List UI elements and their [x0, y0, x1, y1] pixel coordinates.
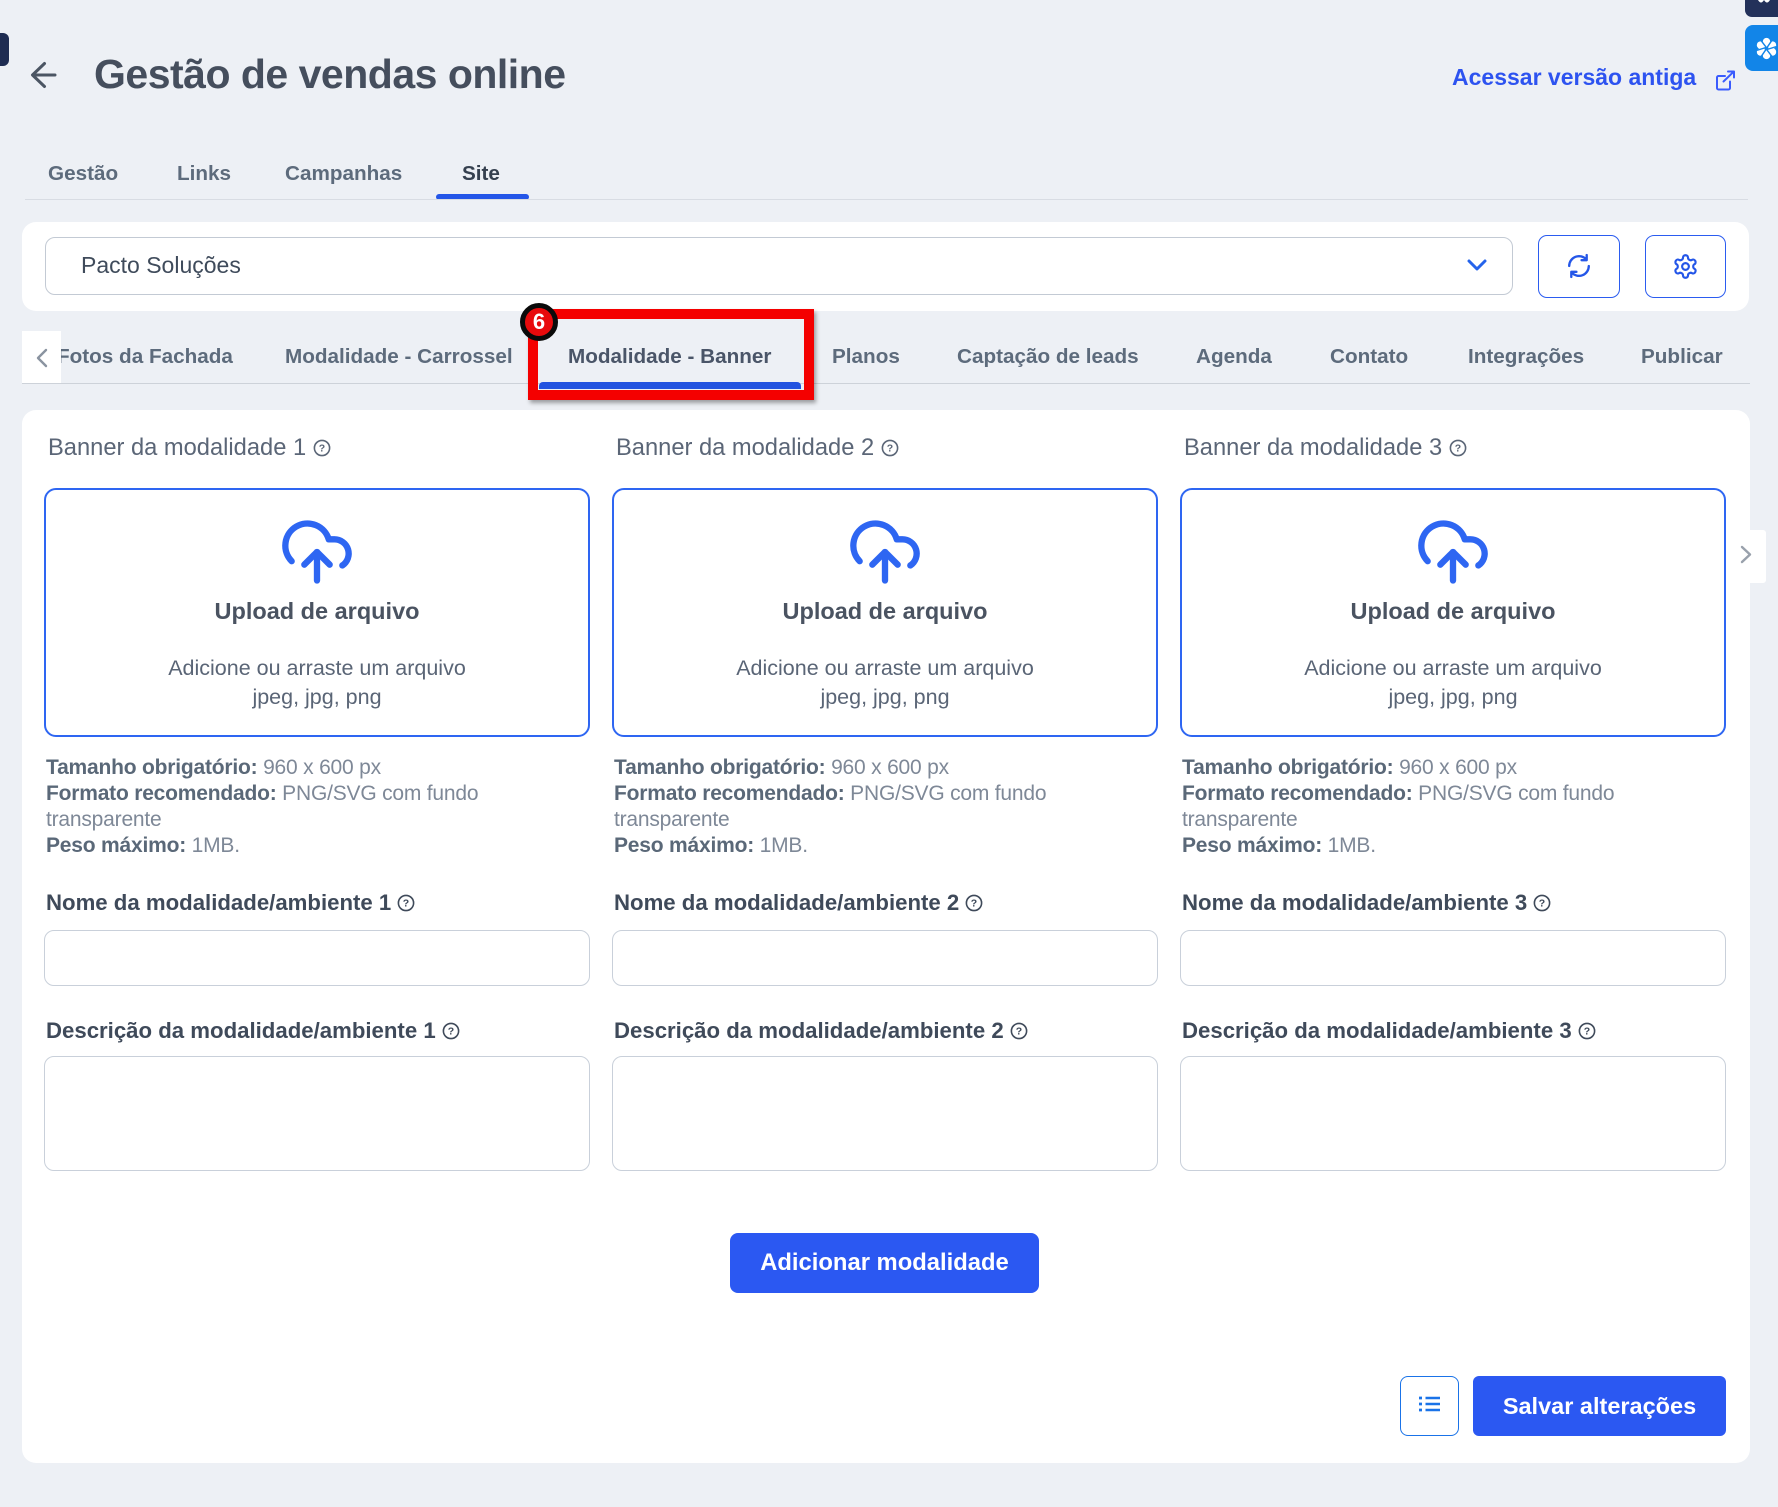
svg-text:?: ?: [1016, 1026, 1022, 1038]
svg-text:?: ?: [1455, 443, 1461, 455]
svg-text:?: ?: [971, 898, 977, 910]
svg-text:?: ?: [319, 443, 325, 455]
svg-text:?: ?: [1539, 898, 1545, 910]
svg-text:?: ?: [448, 1026, 454, 1038]
svg-text:?: ?: [1584, 1026, 1590, 1038]
svg-text:?: ?: [887, 443, 893, 455]
svg-text:?: ?: [403, 898, 409, 910]
